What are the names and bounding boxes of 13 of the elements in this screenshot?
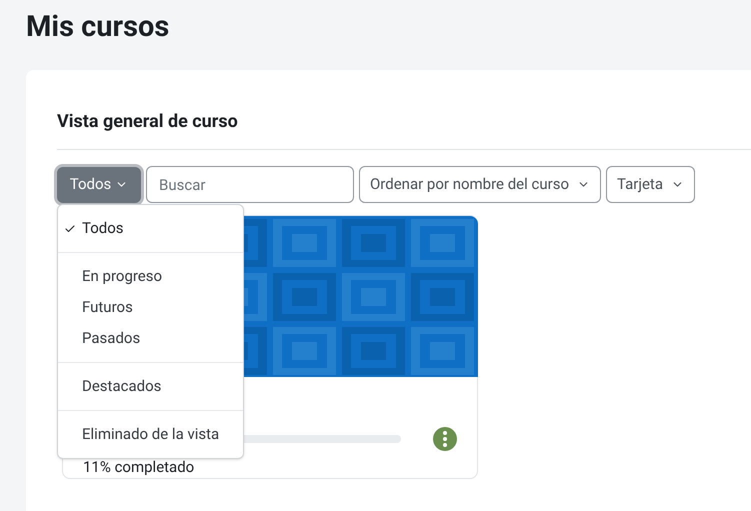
progress-text: 11% completado	[83, 458, 194, 476]
menu-item[interactable]: Todos	[58, 213, 243, 244]
menu-item[interactable]: En progreso	[58, 261, 243, 292]
page-title: Mis cursos	[26, 9, 170, 46]
sort-dropdown[interactable]: Ordenar por nombre del curso	[359, 166, 601, 203]
menu-item[interactable]: Pasados	[58, 323, 243, 354]
menu-item[interactable]: Eliminado de la vista	[58, 419, 243, 450]
view-dropdown[interactable]: Tarjeta	[606, 166, 695, 203]
menu-item[interactable]: Futuros	[58, 292, 243, 323]
menu-item[interactable]: Destacados	[58, 371, 243, 402]
filter-dropdown-button[interactable]: Todos	[57, 166, 141, 202]
section-title: Vista general de curso	[57, 110, 238, 134]
search-field[interactable]: Buscar	[146, 166, 354, 203]
